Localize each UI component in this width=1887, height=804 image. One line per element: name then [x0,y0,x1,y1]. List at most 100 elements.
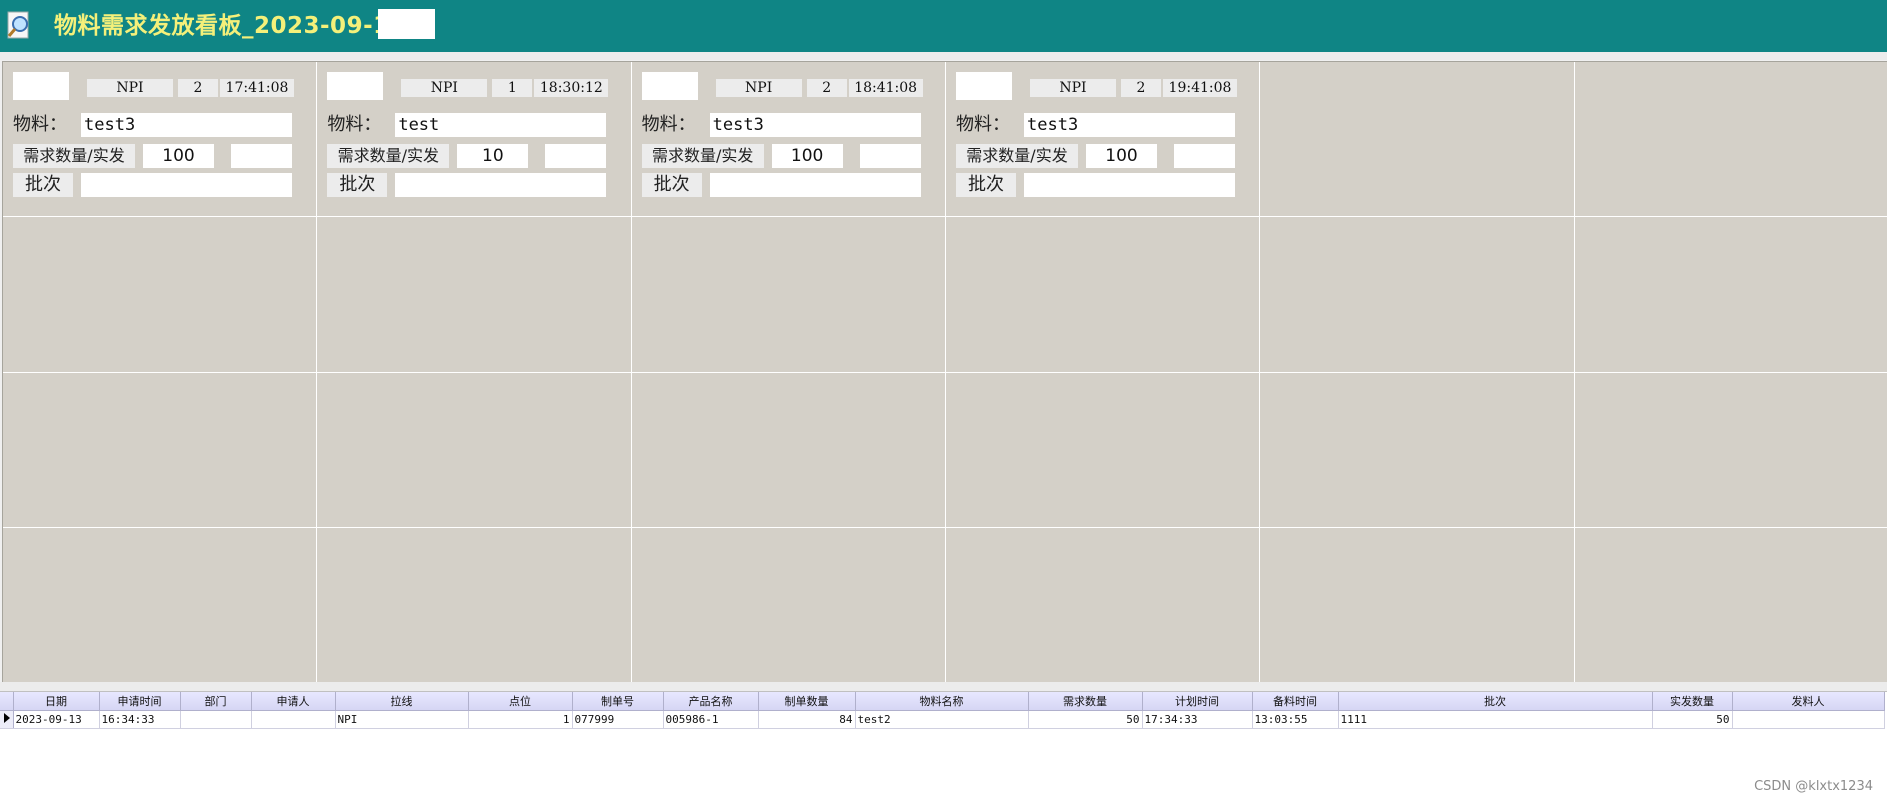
cell-order-qty[interactable]: 84 [758,710,856,729]
column-header[interactable]: 备料时间 [1252,692,1339,711]
cell-applicant[interactable] [251,710,336,729]
column-header[interactable]: 批次 [1338,692,1653,711]
cell-department[interactable] [180,710,252,729]
empty-card-slot [317,527,631,682]
cell-batch[interactable]: 1111 [1338,710,1653,729]
card-time: 17:41:08 [220,79,294,97]
page-title: 物料需求发放看板_2023-09-14 [54,13,407,39]
empty-card-slot [3,372,317,527]
row-pointer-icon [4,713,10,723]
empty-card-slot [946,527,1260,682]
batch-label: 批次 [327,173,388,197]
cell-product-name[interactable]: 005986-1 [663,710,759,729]
empty-card-slot [1260,372,1574,527]
column-header[interactable]: 部门 [180,692,252,711]
cell-apply-time[interactable]: 16:34:33 [99,710,181,729]
material-card[interactable]: NPI 2 18:41:08 物料： test3 需求数量/实发 100 批次 [631,62,945,217]
actual-qty-field[interactable] [545,144,607,168]
card-line: NPI [1030,79,1116,97]
cell-line[interactable]: NPI [335,710,469,729]
material-label: 物料： [327,114,382,135]
column-header[interactable]: 日期 [13,692,100,711]
empty-card-slot [946,372,1260,527]
column-header[interactable]: 制单数量 [758,692,856,711]
req-qty-value: 10 [457,144,529,168]
column-header[interactable]: 申请人 [251,692,336,711]
cell-prep-time[interactable]: 13:03:55 [1252,710,1339,729]
empty-card-slot [317,217,631,372]
card-number-box [956,72,1012,100]
material-card[interactable]: NPI 2 17:41:08 物料： test3 需求数量/实发 100 批次 [3,62,317,217]
actual-qty-field[interactable] [1174,144,1235,168]
empty-card-slot [1574,217,1887,372]
cell-order-no[interactable]: 077999 [572,710,664,729]
cell-plan-time[interactable]: 17:34:33 [1142,710,1253,729]
batch-field[interactable] [709,173,921,197]
empty-card-slot [631,372,945,527]
empty-card-slot [1574,372,1887,527]
card-time: 19:41:08 [1163,79,1237,97]
card-number-box [327,72,384,100]
card-seq: 1 [492,79,533,97]
empty-card-slot [946,217,1260,372]
card-time: 18:30:12 [534,79,609,97]
empty-card-slot [1260,527,1574,682]
cell-material-name[interactable]: test2 [855,710,1029,729]
material-value: test [395,113,607,137]
cell-date[interactable]: 2023-09-13 [13,710,100,729]
column-header[interactable]: 物料名称 [855,692,1029,711]
empty-card-slot [631,527,945,682]
row-header-corner [0,692,14,711]
material-value: test3 [1024,113,1235,137]
cell-actual-qty[interactable]: 50 [1652,710,1733,729]
batch-field[interactable] [395,173,607,197]
empty-card-slot [317,372,631,527]
material-value: test3 [709,113,921,137]
actual-qty-field[interactable] [231,144,292,168]
card-time: 18:41:08 [848,79,923,97]
cell-req-qty[interactable]: 50 [1028,710,1143,729]
column-header[interactable]: 制单号 [572,692,664,711]
empty-card-slot [1260,62,1574,217]
table-row[interactable]: 2023-09-13 16:34:33 NPI 1 077999 005986-… [0,710,1885,729]
material-card[interactable]: NPI 1 18:30:12 物料： test 需求数量/实发 10 批次 [317,62,631,217]
redacted-block [253,711,314,725]
redacted-block [1734,711,1795,725]
column-header[interactable]: 产品名称 [663,692,759,711]
actual-qty-field[interactable] [859,144,921,168]
column-header[interactable]: 发料人 [1732,692,1885,711]
batch-field[interactable] [1024,173,1235,197]
data-grid[interactable]: 日期 申请时间 部门 申请人 拉线 点位 制单号 产品名称 制单数量 物料名称 … [0,691,1887,804]
card-seq: 2 [178,79,218,97]
material-label: 物料： [13,114,67,135]
batch-field[interactable] [81,173,292,197]
req-qty-label: 需求数量/实发 [956,144,1078,168]
table-header-row: 日期 申请时间 部门 申请人 拉线 点位 制单号 产品名称 制单数量 物料名称 … [0,692,1885,711]
card-line: NPI [401,79,488,97]
req-qty-label: 需求数量/实发 [641,144,764,168]
material-label: 物料： [641,114,696,135]
req-qty-label: 需求数量/实发 [13,144,135,168]
cell-station[interactable]: 1 [468,710,573,729]
empty-card-slot [3,527,317,682]
column-header[interactable]: 点位 [468,692,573,711]
card-line: NPI [715,79,802,97]
redacted-block [182,711,243,725]
empty-card-slot [1574,62,1887,217]
material-value: test3 [81,113,292,137]
redacted-block [378,9,435,39]
material-card[interactable]: NPI 2 19:41:08 物料： test3 需求数量/实发 100 批次 [946,62,1260,217]
current-row-indicator[interactable] [0,710,14,729]
empty-card-slot [631,217,945,372]
column-header[interactable]: 拉线 [335,692,469,711]
card-number-box [641,72,698,100]
req-qty-label: 需求数量/实发 [327,144,450,168]
req-qty-value: 100 [771,144,843,168]
column-header[interactable]: 申请时间 [99,692,181,711]
empty-card-slot [1574,527,1887,682]
column-header[interactable]: 计划时间 [1142,692,1253,711]
column-header[interactable]: 需求数量 [1028,692,1143,711]
req-qty-value: 100 [1086,144,1157,168]
column-header[interactable]: 实发数量 [1652,692,1733,711]
cell-issuer[interactable] [1732,710,1885,729]
